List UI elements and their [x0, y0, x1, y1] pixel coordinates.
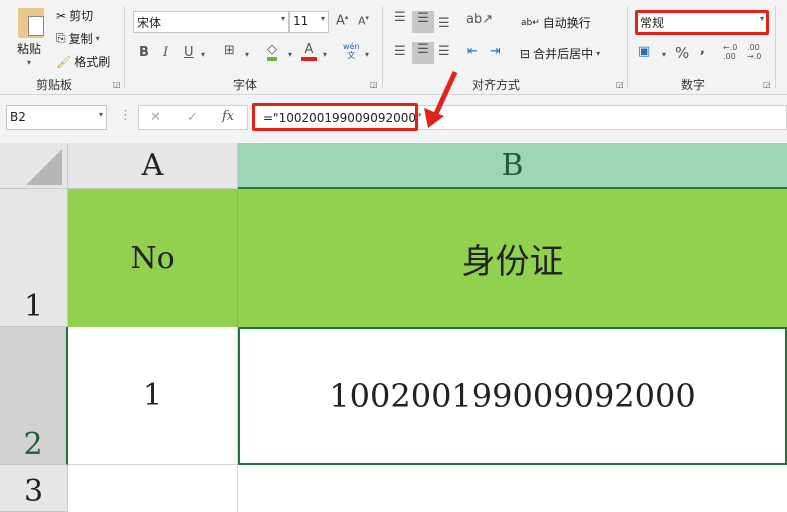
- dialog-launcher-icon[interactable]: ◲: [763, 80, 771, 89]
- wrap-text-label: 自动换行: [542, 16, 591, 30]
- highlight-box: [635, 10, 769, 35]
- align-middle-icon[interactable]: ☰: [412, 11, 434, 33]
- phonetic-icon[interactable]: wén 文: [343, 42, 360, 60]
- cell-b1[interactable]: 身份证: [238, 189, 787, 327]
- copy-button[interactable]: ⎘ 复制 ▾: [56, 30, 100, 47]
- number-group-label: 数字: [681, 78, 706, 92]
- arrow-annotation: [424, 70, 458, 128]
- align-center-icon[interactable]: ☰: [412, 42, 434, 64]
- cell-b3[interactable]: [238, 465, 787, 512]
- paste-label: 粘贴: [17, 42, 42, 56]
- dialog-launcher-icon[interactable]: ◲: [616, 80, 624, 89]
- wrap-icon: ab↵: [521, 17, 540, 28]
- paste-dropdown-icon[interactable]: ▾: [27, 58, 31, 67]
- column-header-a[interactable]: A: [68, 143, 238, 189]
- name-box[interactable]: B2 ▾: [6, 105, 107, 130]
- percent-button[interactable]: %: [675, 44, 689, 62]
- increase-indent-icon[interactable]: ⇥: [490, 44, 501, 59]
- align-bottom-icon[interactable]: ☰: [438, 16, 450, 31]
- enter-button[interactable]: ✓: [187, 110, 198, 125]
- name-box-value: B2: [10, 110, 26, 124]
- wrap-text-button[interactable]: ab↵ 自动换行: [521, 14, 591, 31]
- dialog-launcher-icon[interactable]: ◲: [370, 80, 378, 89]
- align-top-icon[interactable]: ☰: [394, 10, 406, 25]
- border-icon[interactable]: ⊞: [224, 43, 235, 58]
- currency-icon[interactable]: ▣: [638, 44, 650, 59]
- grid: A B 1 2 3 No 身份证 1 100200199009092000: [0, 143, 787, 512]
- underline-button[interactable]: U: [184, 45, 194, 60]
- decrease-decimal-button[interactable]: .00 →.0: [747, 43, 769, 61]
- cell-b2[interactable]: 100200199009092000: [238, 327, 787, 465]
- font-size-select[interactable]: 11 ▾: [289, 11, 329, 33]
- formula-bar: B2 ▾ ⋮ ✕ ✓ fx ="100200199009092000": [0, 70, 787, 143]
- paste-button[interactable]: 粘贴: [17, 40, 41, 57]
- paste-icon: [18, 8, 44, 38]
- copy-label: 复制: [68, 32, 93, 46]
- cell-a1[interactable]: No: [68, 189, 238, 327]
- font-group-label: 字体: [233, 78, 258, 92]
- highlight-box: [252, 103, 418, 131]
- insert-function-button[interactable]: fx: [222, 109, 234, 124]
- more-icon: ⋮: [119, 108, 132, 123]
- dialog-launcher-icon[interactable]: ◲: [113, 80, 121, 89]
- row-header-1[interactable]: 1: [0, 189, 68, 327]
- merge-icon: ⊟: [520, 46, 531, 61]
- cancel-button[interactable]: ✕: [150, 110, 161, 125]
- format-painter-label: 格式刷: [74, 55, 111, 69]
- font-name-value: 宋体: [137, 16, 162, 30]
- row-header-2[interactable]: 2: [0, 327, 68, 465]
- format-painter-button[interactable]: 🖌 格式刷: [56, 53, 110, 70]
- align-left-icon[interactable]: ☰: [394, 44, 406, 59]
- font-size-value: 11: [293, 14, 309, 28]
- brush-icon: 🖌: [56, 54, 72, 69]
- cell-a3[interactable]: [68, 465, 238, 512]
- cut-label: 剪切: [69, 9, 94, 23]
- font-name-select[interactable]: 宋体 ▾: [133, 11, 289, 33]
- increase-decimal-button[interactable]: ←.0 .00: [723, 43, 741, 61]
- orientation-icon[interactable]: ab↗: [466, 12, 493, 27]
- select-all-button[interactable]: [0, 143, 68, 189]
- merge-center-button[interactable]: ⊟ 合并后居中 ▾: [520, 45, 600, 62]
- decrease-indent-icon[interactable]: ⇤: [467, 44, 478, 59]
- increase-font-icon[interactable]: A▴: [336, 13, 348, 28]
- fill-color-icon[interactable]: ◇: [267, 42, 277, 61]
- alignment-group-label: 对齐方式: [472, 78, 521, 92]
- comma-button[interactable]: ,: [700, 42, 705, 57]
- italic-button[interactable]: I: [163, 45, 168, 60]
- merge-center-label: 合并后居中: [533, 47, 594, 61]
- font-color-icon[interactable]: A: [301, 42, 317, 61]
- align-right-icon[interactable]: ☰: [438, 44, 450, 59]
- ribbon: 粘贴 ▾ ✂ 剪切 ⎘ 复制 ▾ 🖌 格式刷 剪贴板 ◲ 宋体 ▾ 11 ▾ A▴ A▾ B…: [0, 0, 787, 95]
- decrease-font-icon[interactable]: A▾: [358, 14, 369, 28]
- scissors-icon: ✂: [56, 8, 67, 23]
- cut-button[interactable]: ✂ 剪切: [56, 7, 93, 24]
- row-header-3[interactable]: 3: [0, 465, 68, 512]
- column-header-b[interactable]: B: [238, 143, 787, 189]
- cell-a2[interactable]: 1: [68, 327, 238, 465]
- bold-button[interactable]: B: [139, 45, 149, 60]
- copy-icon: ⎘: [56, 31, 66, 45]
- clipboard-group-label: 剪贴板: [36, 78, 73, 92]
